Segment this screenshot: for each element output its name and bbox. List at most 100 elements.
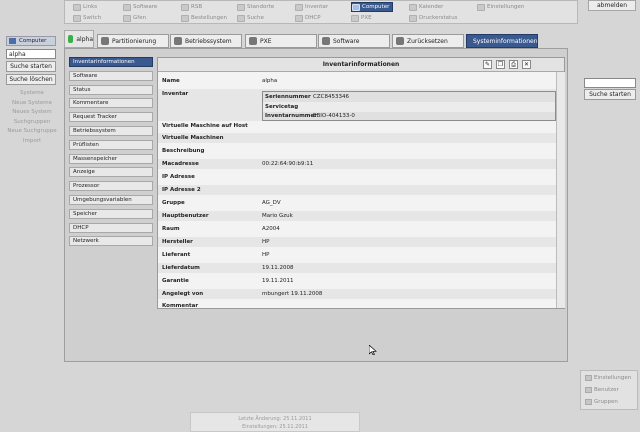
submenu-item[interactable]: Request Tracker: [69, 112, 153, 123]
tab-item[interactable]: Betriebssystem: [170, 34, 242, 48]
menu-item[interactable]: Einstellungen: [477, 2, 524, 12]
tab-label: Partitionierung: [112, 37, 157, 45]
submenu-item[interactable]: Anzeige: [69, 167, 153, 178]
submenu-item[interactable]: Inventarinformationen: [69, 57, 153, 67]
info-row: IP Adresse: [158, 172, 556, 182]
menu-icon: [237, 14, 245, 22]
info-row-label: Angelegt von: [162, 291, 204, 297]
footer-line: Einstellungen: 25.11.2011: [242, 424, 308, 430]
logout-button[interactable]: abmelden: [588, 0, 636, 11]
menu-item-label: Standorte: [247, 4, 275, 10]
menu-item[interactable]: Inventar: [295, 2, 328, 12]
inventory-key: Inventarnummer: [265, 113, 317, 119]
menu-item[interactable]: Gfen: [123, 13, 146, 23]
admin-icon: [585, 387, 592, 393]
info-row-value: AG_DV: [262, 200, 281, 206]
menu-item-label: PXE: [361, 15, 372, 21]
info-row-label: Beschreibung: [162, 148, 205, 154]
right-search-button[interactable]: Suche starten: [584, 89, 636, 100]
computer-icon: [9, 38, 16, 44]
inventory-value: CZC8453346: [313, 94, 349, 100]
tab-label: Systeminformationen: [473, 37, 538, 45]
close-icon[interactable]: ✕: [522, 60, 531, 69]
submenu-item[interactable]: Prozessor: [69, 181, 153, 192]
menu-icon: [73, 3, 81, 11]
menu-item[interactable]: Suche: [237, 13, 264, 23]
menu-item-label: Switch: [83, 15, 102, 21]
top-navigation: Links Software RSB Standorte Inventar Compute…: [64, 0, 578, 24]
tab-icon: [322, 37, 330, 45]
search-input[interactable]: alpha: [6, 49, 56, 59]
tab-icon: [174, 37, 182, 45]
info-row-label: Garantie: [162, 278, 189, 284]
sidebar-link[interactable]: Neue Suchgruppe: [6, 128, 58, 134]
left-panel: Computer alpha Suche starten Suche lösch…: [4, 34, 58, 156]
menu-item[interactable]: DHCP: [295, 13, 321, 23]
tab-item[interactable]: Software: [318, 34, 390, 48]
submenu-item[interactable]: Netzwerk: [69, 236, 153, 247]
edit-icon[interactable]: ✎: [483, 60, 492, 69]
scrollbar[interactable]: [556, 72, 565, 308]
sidebar-link[interactable]: Neue Systeme: [6, 100, 58, 106]
info-row-label: Virtuelle Maschinen: [162, 135, 224, 141]
tab-item[interactable]: Zurücksetzen: [392, 34, 464, 48]
admin-menu-item[interactable]: Einstellungen: [585, 373, 631, 383]
tab-item[interactable]: Partitionierung: [97, 34, 169, 48]
panel-title-label: Computer: [19, 38, 47, 44]
sidebar-link[interactable]: Import: [6, 138, 58, 144]
menu-icon: [295, 14, 303, 22]
menu-item-label: Bestellungen: [191, 15, 227, 21]
submenu-item[interactable]: Status: [69, 84, 153, 95]
submenu-item[interactable]: Umgebungsvariablen: [69, 195, 153, 205]
sidebar-link[interactable]: Suchgruppen: [6, 119, 58, 125]
menu-item[interactable]: Switch: [73, 13, 101, 23]
menu-icon: [477, 3, 485, 11]
print-icon[interactable]: ⎙: [509, 60, 518, 69]
sidebar-link[interactable]: Neues System: [6, 109, 58, 115]
submenu-item[interactable]: DHCP: [69, 222, 153, 233]
submenu-item[interactable]: Speicher: [69, 208, 153, 219]
sidebar-link[interactable]: Systeme: [6, 90, 58, 96]
menu-item[interactable]: Bestellungen: [181, 13, 227, 23]
info-row: Raum A2004: [158, 224, 556, 234]
menu-item[interactable]: RSB: [181, 2, 202, 12]
admin-menu-label: Benutzer: [594, 387, 619, 393]
info-row-label: Macadresse: [162, 161, 199, 167]
right-search-input[interactable]: [584, 78, 636, 88]
search-button[interactable]: Suche starten: [6, 61, 56, 72]
submenu-item[interactable]: Kommentare: [69, 98, 153, 109]
menu-item[interactable]: Druckerstatus: [409, 13, 458, 23]
menu-item[interactable]: Kalender: [409, 2, 443, 12]
submenu-item[interactable]: Betriebssystem: [69, 126, 153, 136]
info-row-value: mbungert 19.11.2008: [262, 291, 323, 297]
menu-icon: [409, 3, 417, 11]
submenu-item[interactable]: Software: [69, 70, 153, 81]
tab-host[interactable]: alpha: [64, 30, 94, 48]
menu-item[interactable]: Software: [123, 2, 157, 12]
menu-item[interactable]: Standorte: [237, 2, 274, 12]
menu-item[interactable]: PXE: [351, 13, 372, 23]
info-row: IP Adresse 2: [158, 185, 556, 195]
tab-item[interactable]: Systeminformationen: [466, 34, 538, 48]
host-icon: [68, 35, 74, 43]
menu-item[interactable]: Links: [73, 2, 97, 12]
admin-menu: Einstellungen Benutzer Gruppen: [580, 370, 638, 410]
info-row: Garantie 19.11.2011: [158, 276, 556, 286]
menu-icon: [351, 14, 359, 22]
tab-item[interactable]: PXE: [245, 34, 317, 48]
submenu-item[interactable]: Prüflisten: [69, 139, 153, 150]
menu-icon: [295, 3, 303, 11]
submenu-item[interactable]: Massenspeicher: [69, 153, 153, 164]
copy-icon[interactable]: ❐: [496, 60, 505, 69]
clear-search-button[interactable]: Suche löschen: [6, 74, 56, 85]
inventory-key: Seriennummer: [265, 94, 311, 100]
menu-item[interactable]: Computer: [351, 2, 394, 12]
mouse-cursor-icon: [369, 345, 377, 355]
inventory-value: EBIO-404133-0: [313, 113, 355, 119]
menu-item-label: Inventar: [305, 4, 329, 10]
admin-menu-item[interactable]: Benutzer: [585, 385, 619, 395]
info-row-value: alpha: [262, 78, 278, 84]
admin-menu-item[interactable]: Gruppen: [585, 397, 618, 407]
info-row-value: 00:22:64:90:b9:11: [262, 161, 314, 167]
info-row-label: Lieferant: [162, 252, 191, 258]
